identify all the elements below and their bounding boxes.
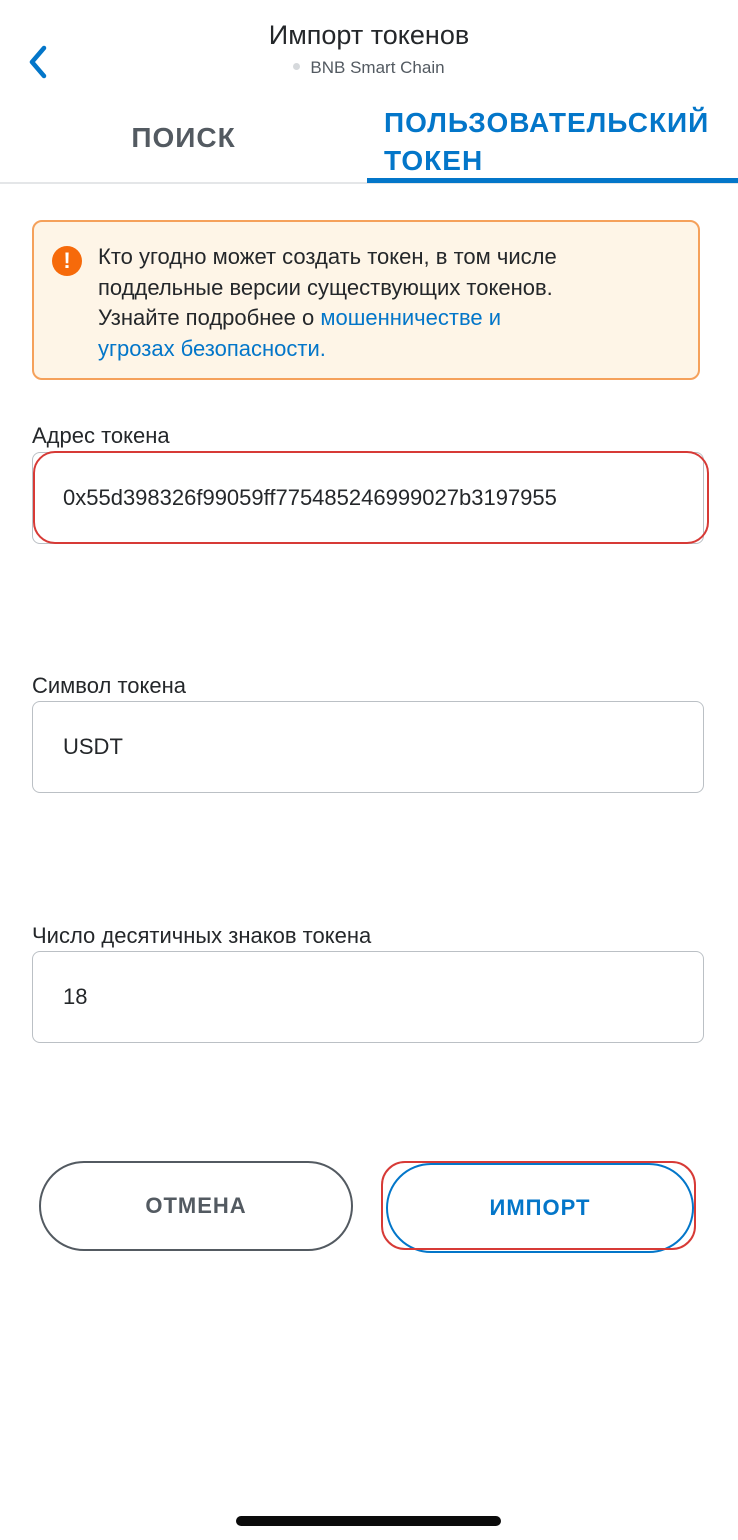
token-decimals-label: Число десятичных знаков токена [32,923,372,948]
page-title: Импорт токенов [268,20,470,50]
warning-alert-text: Кто угодно может создать токен, в том чи… [98,244,557,361]
active-tab-indicator [367,178,738,183]
network-name: BNB Smart Chain [310,58,445,77]
scam-risks-link[interactable]: мошенничестве и [320,305,501,330]
token-decimals-input[interactable]: 18 [32,951,704,1043]
tab-custom-token-label-line2: ТОКЕН [384,145,484,176]
tab-search[interactable]: ПОИСК [0,122,367,154]
network-indicator: BNB Smart Chain [0,58,738,78]
token-address-highlight [33,451,709,544]
exclamation-icon: ! [52,246,82,276]
home-indicator[interactable] [236,1516,501,1526]
import-button-highlight [381,1161,696,1250]
tab-custom-token[interactable]: ПОЛЬЗОВАТЕЛЬСКИЙ ТОКЕН [384,104,738,180]
scam-risks-link-continued[interactable]: угрозах безопасности. [98,336,326,361]
tab-custom-token-label-line1: ПОЛЬЗОВАТЕЛЬСКИЙ [384,107,710,138]
token-symbol-input[interactable]: USDT [32,701,704,793]
network-dot-icon [293,63,301,71]
token-symbol-label: Символ токена [32,673,186,698]
cancel-button[interactable]: ОТМЕНА [39,1161,353,1251]
token-address-label: Адрес токена [32,423,170,448]
